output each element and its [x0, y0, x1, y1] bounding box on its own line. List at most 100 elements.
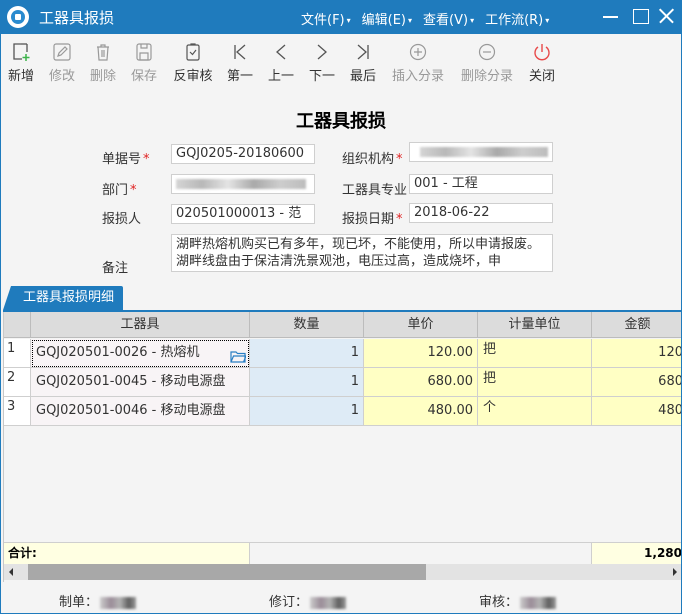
date-field[interactable]: 2018-06-22 [409, 203, 553, 223]
save-icon [129, 42, 159, 62]
table-row[interactable]: 2 GQJ020501-0045 - 移动电源盘 1 680.00 把 680 [4, 368, 681, 397]
menu-view[interactable]: 查看(V) ▾ [423, 9, 474, 28]
plus-circle-icon [390, 42, 446, 62]
menu-workflow[interactable]: 工作流(R) ▾ [485, 9, 549, 28]
tool-cell[interactable]: GQJ020501-0045 - 移动电源盘 [31, 368, 250, 397]
first-icon [225, 42, 255, 62]
org-label: 组织机构 * [342, 152, 403, 167]
column-header-qty[interactable]: 数量 [250, 312, 364, 338]
date-label: 报损日期 * [342, 212, 403, 227]
column-header-tool[interactable]: 工器具 [31, 312, 250, 338]
unapprove-clipboard-icon [171, 42, 215, 62]
tool-cell[interactable]: GQJ020501-0046 - 移动电源盘 [31, 397, 250, 426]
next-record-button[interactable]: 下一 [307, 42, 337, 84]
first-record-button[interactable]: 第一 [225, 42, 255, 84]
creator-info: 制单： [59, 591, 137, 610]
auditor-info: 审核： [479, 591, 557, 610]
last-record-button[interactable]: 最后 [348, 42, 378, 84]
bill-no-label: 单据号 * [102, 152, 150, 167]
form-title: 工器具报损 [296, 111, 386, 132]
specialty-label: 工器具专业 [342, 183, 408, 198]
total-spacer [250, 542, 592, 564]
menu-bar: 文件(F) ▾ 编辑(E) ▾ 查看(V) ▾ 工作流(R) ▾ [301, 9, 549, 28]
qty-cell[interactable]: 1 [250, 368, 364, 397]
edit-button[interactable]: 修改 [47, 42, 77, 84]
power-icon [527, 42, 557, 62]
row-number: 2 [4, 368, 31, 397]
qty-cell[interactable]: 1 [250, 339, 364, 368]
org-field[interactable] [409, 142, 553, 162]
amount-cell[interactable]: 120 [592, 339, 681, 368]
previous-icon [266, 42, 296, 62]
price-cell[interactable]: 480.00 [364, 397, 478, 426]
caret-down-icon: ▾ [408, 16, 413, 25]
required-mark: * [396, 212, 403, 227]
column-header-price[interactable]: 单价 [364, 312, 478, 338]
remark-label: 备注 [102, 261, 129, 276]
qty-cell[interactable]: 1 [250, 397, 364, 426]
close-icon[interactable] [655, 5, 679, 27]
detail-grid: 工器具 数量 单价 计量单位 金额 1 GQJ020501-0026 - 热熔机… [3, 312, 681, 582]
total-label: 合计: [4, 542, 250, 564]
tool-cell[interactable]: GQJ020501-0026 - 热熔机 [31, 339, 250, 368]
folder-icon[interactable] [230, 346, 247, 367]
column-header-amount[interactable]: 金额 [592, 312, 681, 338]
dept-field[interactable] [171, 174, 315, 194]
scroll-left-icon[interactable] [9, 568, 13, 576]
reporter-field[interactable]: 020501000013 - 范 [171, 204, 315, 224]
new-button[interactable]: 新增 [6, 42, 36, 84]
table-row[interactable]: 1 GQJ020501-0026 - 热熔机 1 120.00 把 120 [4, 339, 681, 368]
maximize-icon[interactable] [629, 5, 653, 27]
column-header-unit[interactable]: 计量单位 [478, 312, 592, 338]
caret-down-icon: ▾ [346, 16, 351, 25]
redacted-value [420, 147, 548, 157]
caret-down-icon: ▾ [470, 16, 475, 25]
column-header-rownum [4, 312, 31, 338]
reporter-label: 报损人 [102, 212, 142, 227]
specialty-field[interactable]: 001 - 工程 [409, 174, 553, 194]
total-amount: 1,280 [592, 542, 681, 564]
dept-label: 部门 * [102, 183, 137, 198]
price-cell[interactable]: 680.00 [364, 368, 478, 397]
previous-record-button[interactable]: 上一 [266, 42, 296, 84]
amount-cell[interactable]: 680 [592, 368, 681, 397]
amount-cell[interactable]: 480 [592, 397, 681, 426]
add-document-icon [6, 42, 36, 62]
tab-detail[interactable]: 工器具报损明细 [3, 286, 123, 310]
menu-file[interactable]: 文件(F) ▾ [301, 9, 351, 28]
remark-textarea[interactable]: 湖畔热熔机购买已有多年，现已坏，不能使用，所以申请报废。湖畔线盘由于保洁清洗景观… [171, 234, 553, 272]
minus-circle-icon [459, 42, 515, 62]
edit-icon [47, 42, 77, 62]
price-cell[interactable]: 120.00 [364, 339, 478, 368]
scroll-right-icon[interactable] [673, 568, 677, 576]
unit-cell[interactable]: 个 [478, 397, 592, 426]
redacted-value [176, 179, 306, 189]
delete-entry-button[interactable]: 删除分录 [459, 42, 515, 84]
menu-edit[interactable]: 编辑(E) ▾ [362, 9, 412, 28]
title-bar: 工器具报损 文件(F) ▾ 编辑(E) ▾ 查看(V) ▾ 工作流(R) ▾ [1, 1, 681, 34]
insert-entry-button[interactable]: 插入分录 [390, 42, 446, 84]
required-mark: * [130, 183, 137, 198]
close-button[interactable]: 关闭 [527, 42, 557, 84]
minimize-icon[interactable] [599, 5, 623, 27]
row-number: 1 [4, 339, 31, 368]
horizontal-scrollbar[interactable] [4, 564, 681, 580]
unit-cell[interactable]: 把 [478, 368, 592, 397]
redacted-auditor [520, 596, 557, 609]
app-window: 工器具报损 文件(F) ▾ 编辑(E) ▾ 查看(V) ▾ 工作流(R) ▾ 新增 修改 [0, 0, 682, 614]
bill-no-field[interactable]: GQJ0205-20180600 [171, 144, 315, 164]
delete-button[interactable]: 删除 [88, 42, 118, 84]
unapprove-button[interactable]: 反审核 [171, 42, 215, 84]
save-button[interactable]: 保存 [129, 42, 159, 84]
required-mark: * [396, 152, 403, 167]
window-title: 工器具报损 [39, 9, 115, 27]
unit-cell[interactable]: 把 [478, 339, 592, 368]
caret-down-icon: ▾ [545, 16, 550, 25]
footer: 制单： 修订： 审核： [1, 587, 681, 613]
table-row[interactable]: 3 GQJ020501-0046 - 移动电源盘 1 480.00 个 480 [4, 397, 681, 426]
revisor-info: 修订： [269, 591, 347, 610]
trash-icon [88, 42, 118, 62]
grid-header: 工器具 数量 单价 计量单位 金额 [4, 312, 681, 341]
row-number: 3 [4, 397, 31, 426]
scrollbar-thumb[interactable] [28, 564, 426, 580]
